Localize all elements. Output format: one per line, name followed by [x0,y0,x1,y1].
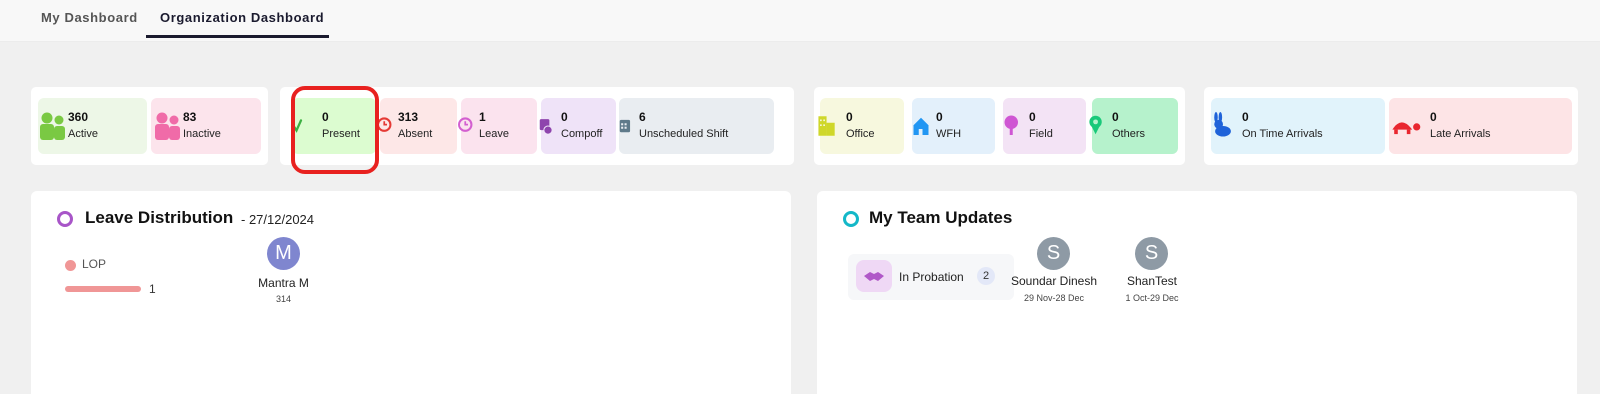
in-probation-count-badge: 2 [977,267,995,285]
absent-card[interactable]: 313 Absent [377,98,457,154]
clock-icon [377,117,392,132]
field-count: 0 [1029,110,1036,124]
building-icon [818,116,835,136]
person-name: Soundar Dinesh [1010,274,1098,288]
absent-count: 313 [398,110,419,124]
rabbit-icon [1214,112,1231,137]
tab-organization-dashboard[interactable]: Organization Dashboard [146,0,329,38]
section-ring-icon [57,211,73,227]
inactive-count: 83 [183,110,197,124]
lop-legend-label: LOP [82,257,107,271]
person-dates: 29 Nov-28 Dec [1023,293,1085,303]
calendar-icon [619,119,631,133]
absent-label: Absent [398,128,433,140]
turtle-icon [1392,122,1421,135]
wfh-card[interactable]: 0 WFH [912,98,995,154]
inactive-label: Inactive [183,128,221,140]
arrivals-panel: 0 On Time Arrivals 0 Late Arrivals [1204,87,1578,165]
tree-icon [1004,115,1018,135]
field-label: Field [1029,128,1053,140]
leave-distribution-section: Leave Distribution - 27/12/2024 LOP 1 M … [31,191,791,394]
office-label: Office [846,128,875,140]
others-label: Others [1112,128,1146,140]
leave-label: Leave [479,128,509,140]
inactive-card[interactable]: 83 Inactive [151,98,261,154]
dashboard-tabbar: My Dashboard Organization Dashboard [0,0,1600,42]
tab-my-dashboard[interactable]: My Dashboard [41,0,138,38]
on-time-arrivals-count: 0 [1242,110,1249,124]
wfh-label: WFH [936,128,962,140]
lop-legend-dot [65,260,76,271]
active-card[interactable]: 360 Active [38,98,147,154]
avatar[interactable]: S [1135,237,1168,270]
person-name: Mantra M [258,276,309,290]
office-count: 0 [846,110,853,124]
lop-bar-count: 1 [149,282,156,296]
work-location-panel: 0 Office 0 WFH 0 Field 0 Others [814,87,1185,165]
unscheduled-shift-card[interactable]: 6 Unscheduled Shift [619,98,774,154]
wfh-count: 0 [936,110,943,124]
active-count: 360 [68,110,89,124]
late-arrivals-card[interactable]: 0 Late Arrivals [1389,98,1572,154]
leave-distribution-date: - 27/12/2024 [241,212,315,227]
person-dates: 1 Oct-29 Dec [1125,293,1179,303]
in-probation-chip[interactable]: In Probation 2 [848,254,1014,300]
present-highlight-box [291,86,379,174]
calendar-clock-icon [539,119,553,135]
employee-status-panel: 360 Active 83 Inactive [31,87,268,165]
people-icon [155,112,180,140]
person-id: 314 [275,294,292,304]
field-card[interactable]: 0 Field [1003,98,1086,154]
leave-card[interactable]: 1 Leave [458,98,537,154]
unscheduled-shift-count: 6 [639,110,646,124]
location-pin-icon [1089,115,1102,135]
team-updates-title: My Team Updates [869,208,1013,227]
late-arrivals-count: 0 [1430,110,1437,124]
leave-distribution-title: Leave Distribution [85,208,234,227]
unscheduled-shift-label: Unscheduled Shift [639,128,729,140]
handshake-icon [856,260,892,292]
avatar[interactable]: S [1037,237,1070,270]
compoff-card[interactable]: 0 Compoff [539,98,616,154]
compoff-label: Compoff [561,128,603,140]
house-icon [913,117,929,135]
others-count: 0 [1112,110,1119,124]
clock-icon [458,117,473,132]
office-card[interactable]: 0 Office [818,98,904,154]
people-icon [40,112,65,140]
in-probation-label: In Probation [899,270,964,284]
team-updates-section: My Team Updates In Probation 2 S Soundar… [817,191,1577,394]
late-arrivals-label: Late Arrivals [1430,128,1491,140]
lop-bar [65,286,141,292]
compoff-count: 0 [561,110,568,124]
on-time-arrivals-label: On Time Arrivals [1242,128,1323,140]
leave-count: 1 [479,110,486,124]
others-card[interactable]: 0 Others [1089,98,1178,154]
section-ring-icon [843,211,859,227]
on-time-arrivals-card[interactable]: 0 On Time Arrivals [1211,98,1385,154]
active-label: Active [68,128,98,140]
avatar[interactable]: M [267,237,300,270]
person-name: ShanTest [1126,274,1178,288]
